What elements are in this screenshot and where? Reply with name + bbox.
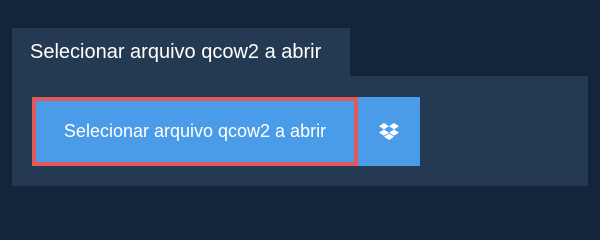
upload-tab: Selecionar arquivo qcow2 a abrir — [12, 28, 350, 76]
upload-tab-label: Selecionar arquivo qcow2 a abrir — [30, 41, 322, 63]
select-file-button-label: Selecionar arquivo qcow2 a abrir — [63, 121, 327, 141]
dropbox-button[interactable] — [358, 97, 420, 166]
dropbox-icon — [379, 122, 399, 141]
select-file-button[interactable]: Selecionar arquivo qcow2 a abrir — [32, 97, 358, 166]
